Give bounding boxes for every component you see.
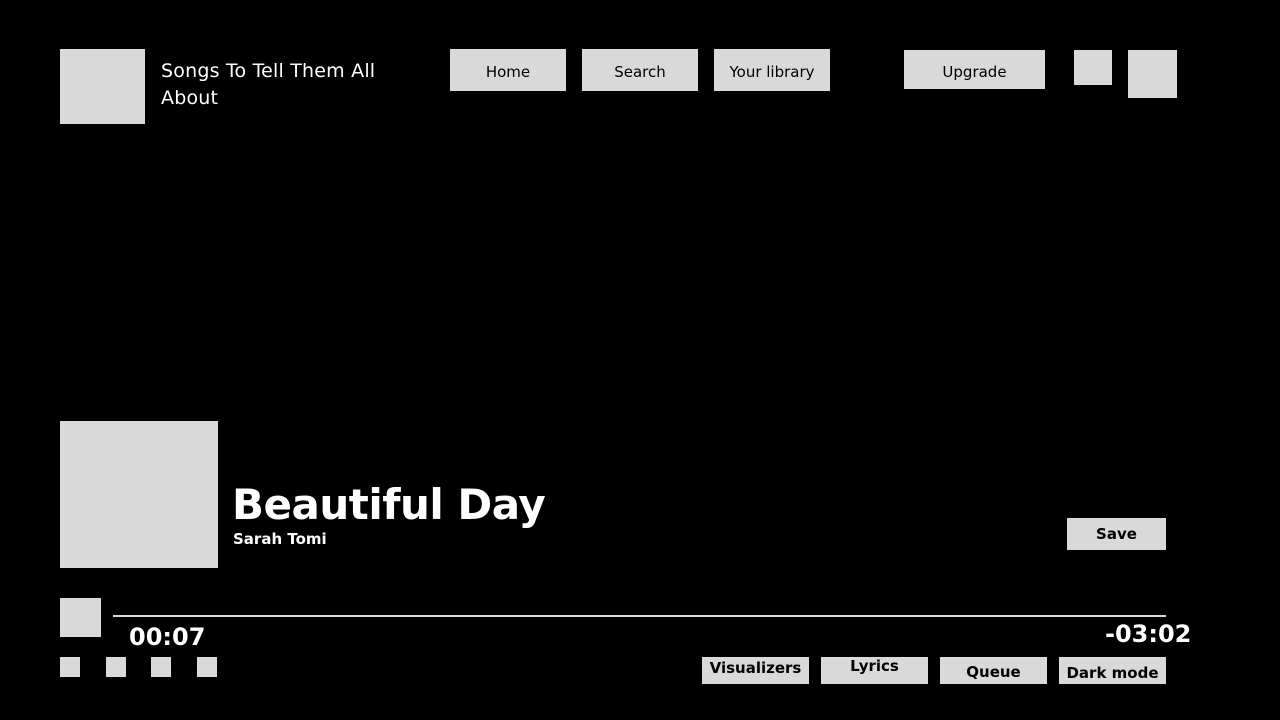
song-artist[interactable]: Sarah Tomi <box>233 530 327 548</box>
next-icon[interactable] <box>151 657 171 677</box>
profile-avatar[interactable] <box>1128 50 1177 98</box>
shuffle-icon[interactable] <box>60 657 80 677</box>
playlist-title: Songs To Tell Them All About <box>161 60 376 109</box>
elapsed-time: 00:07 <box>129 623 206 651</box>
upgrade-button[interactable]: Upgrade <box>904 50 1045 89</box>
save-button[interactable]: Save <box>1067 518 1166 550</box>
nav-home-button[interactable]: Home <box>450 49 566 91</box>
play-pause-icon[interactable] <box>60 598 101 637</box>
song-title: Beautiful Day <box>232 480 546 529</box>
remaining-time: -03:02 <box>1105 620 1192 648</box>
nav-library-button[interactable]: Your library <box>714 49 830 91</box>
nav-search-button[interactable]: Search <box>582 49 698 91</box>
playlist-cover <box>60 49 145 124</box>
notifications-icon[interactable] <box>1074 50 1112 85</box>
progress-bar[interactable] <box>113 615 1166 617</box>
queue-button[interactable]: Queue <box>940 657 1047 684</box>
repeat-icon[interactable] <box>197 657 217 677</box>
album-art <box>60 421 218 568</box>
dark-mode-button[interactable]: Dark mode <box>1059 657 1166 684</box>
visualizers-button[interactable]: Visualizers <box>702 657 809 684</box>
lyrics-button[interactable]: Lyrics <box>821 657 928 684</box>
previous-icon[interactable] <box>106 657 126 677</box>
